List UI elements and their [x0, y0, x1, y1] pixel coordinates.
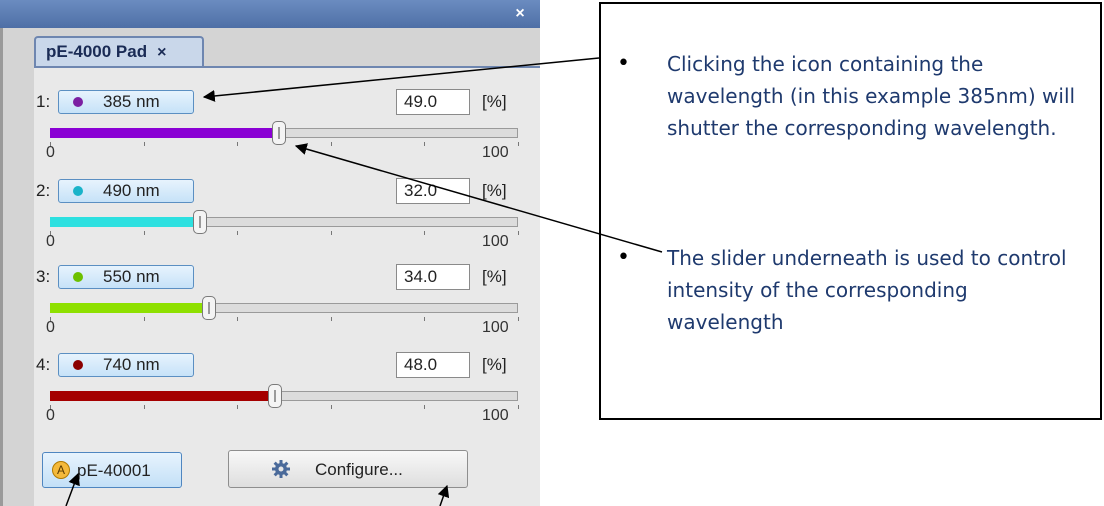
arrow-to-slider: [294, 143, 663, 253]
callout-arrows: [65, 57, 663, 506]
arrow-to-configure-button: [437, 484, 450, 506]
arrow-to-device-button: [65, 472, 80, 506]
arrow-to-wavelength-button: [202, 57, 600, 102]
